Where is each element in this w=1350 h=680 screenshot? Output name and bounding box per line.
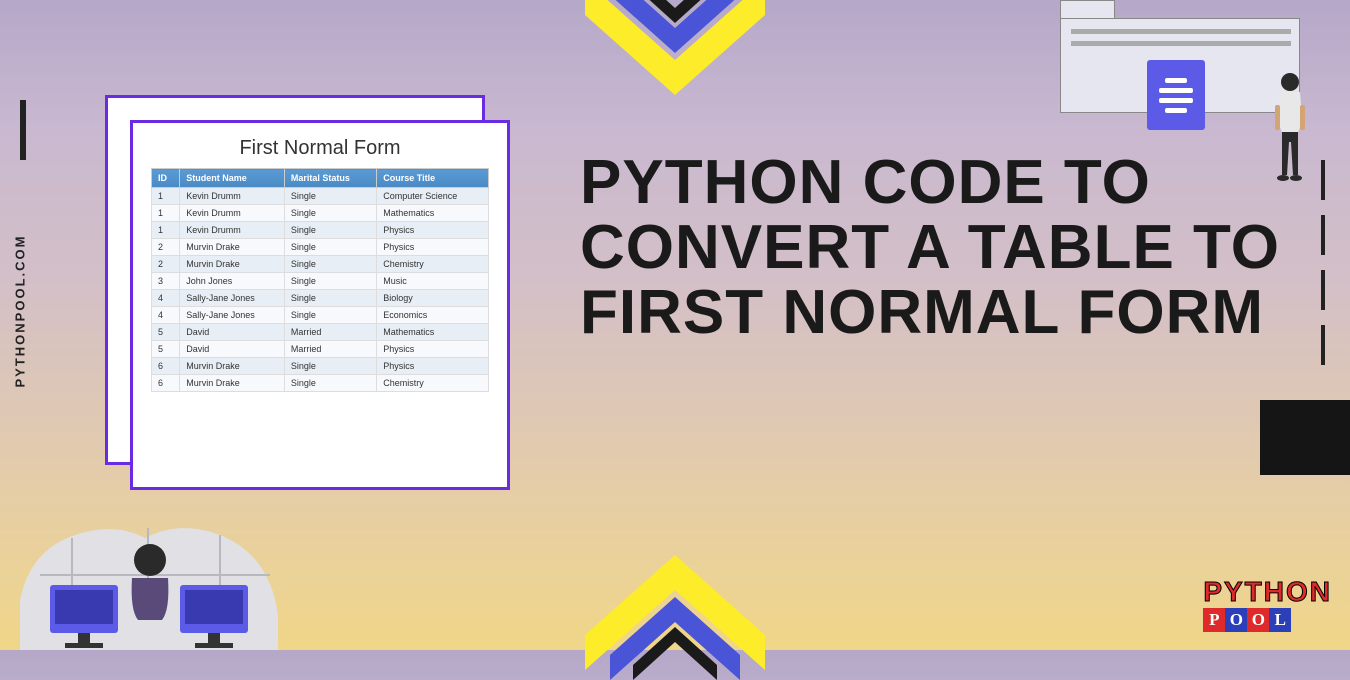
- cell-status: Single: [284, 205, 376, 222]
- cell-id: 2: [152, 239, 180, 256]
- cell-course: Physics: [377, 358, 489, 375]
- logo-letter: L: [1269, 608, 1291, 632]
- table-row: 1Kevin DrummSingleMathematics: [152, 205, 489, 222]
- cell-id: 1: [152, 205, 180, 222]
- desk-person-icon: [20, 480, 280, 650]
- cell-name: Murvin Drake: [180, 358, 285, 375]
- cell-course: Music: [377, 273, 489, 290]
- cell-status: Single: [284, 358, 376, 375]
- cell-course: Economics: [377, 307, 489, 324]
- cell-course: Chemistry: [377, 256, 489, 273]
- cell-status: Single: [284, 307, 376, 324]
- cell-name: Kevin Drumm: [180, 205, 285, 222]
- table-row: 3John JonesSingleMusic: [152, 273, 489, 290]
- cell-id: 4: [152, 290, 180, 307]
- cell-course: Physics: [377, 222, 489, 239]
- chevron-bottom-icon: [565, 550, 785, 680]
- cell-status: Single: [284, 222, 376, 239]
- cell-status: Single: [284, 290, 376, 307]
- th-id: ID: [152, 169, 180, 188]
- table-title: First Normal Form: [151, 137, 489, 160]
- cell-name: David: [180, 324, 285, 341]
- cell-status: Single: [284, 239, 376, 256]
- cell-id: 1: [152, 222, 180, 239]
- cell-id: 3: [152, 273, 180, 290]
- table-row: 4Sally-Jane JonesSingleEconomics: [152, 307, 489, 324]
- chevron-top-icon: [565, 0, 785, 100]
- cell-name: Kevin Drumm: [180, 222, 285, 239]
- logo-letter: O: [1225, 608, 1247, 632]
- cell-course: Mathematics: [377, 205, 489, 222]
- cell-name: David: [180, 341, 285, 358]
- cell-course: Computer Science: [377, 188, 489, 205]
- dash-accent: [1321, 270, 1325, 310]
- logo-letter: O: [1247, 608, 1269, 632]
- dash-accent: [1321, 215, 1325, 255]
- cell-status: Single: [284, 375, 376, 392]
- logo-bottom: P O O L: [1203, 608, 1332, 632]
- table-row: 2Murvin DrakeSingleChemistry: [152, 256, 489, 273]
- cell-status: Single: [284, 256, 376, 273]
- table-row: 5DavidMarriedPhysics: [152, 341, 489, 358]
- cell-name: Murvin Drake: [180, 239, 285, 256]
- dash-accent: [1321, 325, 1325, 365]
- black-square-accent: [1260, 400, 1350, 475]
- card-front: First Normal Form ID Student Name Marita…: [130, 120, 510, 490]
- cell-status: Single: [284, 188, 376, 205]
- table-row: 2Murvin DrakeSinglePhysics: [152, 239, 489, 256]
- cell-name: Kevin Drumm: [180, 188, 285, 205]
- th-status: Marital Status: [284, 169, 376, 188]
- card-stack: First Normal Form ID Student Name Marita…: [105, 95, 510, 495]
- cell-course: Physics: [377, 341, 489, 358]
- cell-id: 6: [152, 375, 180, 392]
- cell-course: Mathematics: [377, 324, 489, 341]
- cell-id: 1: [152, 188, 180, 205]
- table-row: 5DavidMarriedMathematics: [152, 324, 489, 341]
- normal-form-table: ID Student Name Marital Status Course Ti…: [151, 168, 489, 392]
- cell-id: 6: [152, 358, 180, 375]
- cell-name: Sally-Jane Jones: [180, 307, 285, 324]
- table-row: 4Sally-Jane JonesSingleBiology: [152, 290, 489, 307]
- logo-letter: P: [1203, 608, 1225, 632]
- person-standing-icon: [1265, 70, 1315, 200]
- cell-status: Married: [284, 341, 376, 358]
- document-icon: [1147, 60, 1205, 130]
- th-course: Course Title: [377, 169, 489, 188]
- cell-name: John Jones: [180, 273, 285, 290]
- cell-status: Married: [284, 324, 376, 341]
- cell-status: Single: [284, 273, 376, 290]
- cell-id: 5: [152, 324, 180, 341]
- logo-top-text: PYTHON: [1203, 576, 1332, 608]
- logo: PYTHON P O O L: [1203, 576, 1332, 632]
- table-row: 6Murvin DrakeSingleChemistry: [152, 375, 489, 392]
- table-row: 6Murvin DrakeSinglePhysics: [152, 358, 489, 375]
- page-title: PYTHON CODE TO CONVERT A TABLE TO FIRST …: [580, 150, 1350, 345]
- cell-course: Physics: [377, 239, 489, 256]
- cell-name: Murvin Drake: [180, 256, 285, 273]
- cell-name: Murvin Drake: [180, 375, 285, 392]
- side-accent-bar: [20, 100, 26, 160]
- cell-id: 5: [152, 341, 180, 358]
- cell-id: 4: [152, 307, 180, 324]
- side-url-text: PYTHONPOOL.COM: [13, 235, 28, 388]
- table-row: 1Kevin DrummSinglePhysics: [152, 222, 489, 239]
- cell-course: Biology: [377, 290, 489, 307]
- cell-id: 2: [152, 256, 180, 273]
- cell-name: Sally-Jane Jones: [180, 290, 285, 307]
- cell-course: Chemistry: [377, 375, 489, 392]
- dash-accent: [1321, 160, 1325, 200]
- th-name: Student Name: [180, 169, 285, 188]
- table-row: 1Kevin DrummSingleComputer Science: [152, 188, 489, 205]
